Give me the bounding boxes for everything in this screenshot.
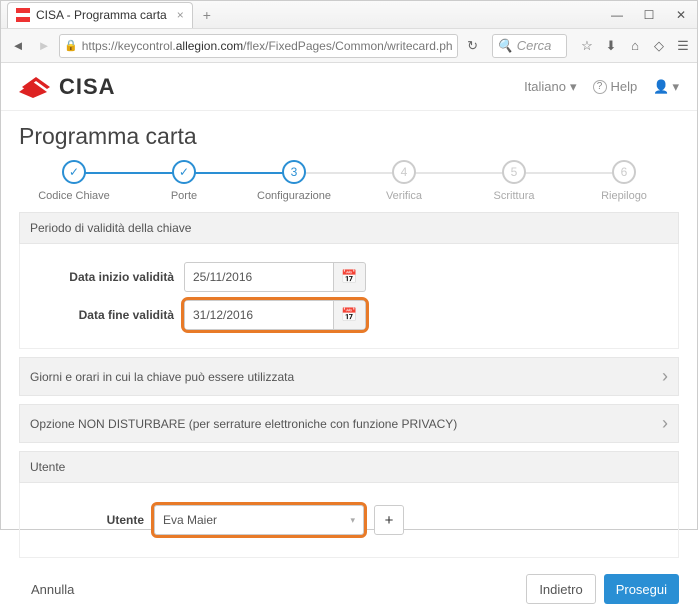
pocket-icon[interactable]: ◇: [651, 38, 667, 54]
user-panel-header: Utente: [19, 451, 679, 483]
maximize-button[interactable]: ☐: [633, 3, 665, 27]
new-tab-button[interactable]: +: [203, 7, 211, 23]
lock-icon: 🔒: [64, 39, 78, 52]
user-menu[interactable]: 👤 ▾: [653, 79, 679, 95]
step-label: Verifica: [386, 190, 422, 202]
chevron-down-icon: ▾: [672, 79, 679, 95]
user-icon: 👤: [653, 79, 669, 95]
back-button-wizard[interactable]: Indietro: [526, 574, 595, 604]
chevron-right-icon: ›: [662, 413, 668, 434]
downloads-icon[interactable]: ⬇: [603, 38, 619, 54]
back-button[interactable]: ◄: [7, 35, 29, 57]
url-bar[interactable]: 🔒 https://keycontrol.allegion.com/flex/F…: [59, 34, 458, 58]
step-circle: ✓: [62, 160, 86, 184]
next-button[interactable]: Prosegui: [604, 574, 679, 604]
bookmark-icon[interactable]: ☆: [579, 38, 595, 54]
end-date-input[interactable]: [184, 300, 334, 330]
close-icon[interactable]: ×: [177, 8, 184, 22]
help-link[interactable]: ? Help: [593, 79, 638, 94]
language-selector[interactable]: Italiano ▾: [524, 79, 576, 95]
chevron-right-icon: ›: [662, 366, 668, 387]
minimize-button[interactable]: —: [601, 3, 633, 27]
dnd-panel-label: Opzione NON DISTURBARE (per serrature el…: [30, 417, 457, 431]
search-icon: 🔍: [497, 38, 513, 54]
calendar-icon: 📅: [341, 269, 357, 285]
help-label: Help: [611, 79, 638, 94]
step-circle: ✓: [172, 160, 196, 184]
app-header: CISA Italiano ▾ ? Help 👤 ▾: [1, 63, 697, 111]
page-title: Programma carta: [19, 123, 679, 150]
step-riepilogo: 6 Riepilogo: [569, 160, 679, 202]
help-icon: ?: [593, 80, 607, 94]
step-codice-chiave[interactable]: ✓ Codice Chiave: [19, 160, 129, 202]
search-box[interactable]: 🔍 Cerca: [492, 34, 567, 58]
step-circle: 6: [612, 160, 636, 184]
user-select[interactable]: Eva Maier: [154, 505, 364, 535]
step-label: Riepilogo: [601, 190, 647, 202]
bottom-bar: Annulla Indietro Prosegui: [1, 566, 697, 614]
plus-icon: +: [385, 512, 394, 529]
cancel-button[interactable]: Annulla: [19, 574, 86, 604]
step-label: Porte: [171, 190, 197, 202]
schedule-panel-label: Giorni e orari in cui la chiave può esse…: [30, 370, 294, 384]
user-row: Utente Eva Maier +: [34, 505, 664, 535]
user-panel-body: Utente Eva Maier +: [19, 483, 679, 558]
user-select-value: Eva Maier: [163, 513, 217, 527]
start-date-picker-button[interactable]: 📅: [334, 262, 366, 292]
start-date-input[interactable]: [184, 262, 334, 292]
window-controls: — ☐ ✕: [601, 3, 697, 27]
step-circle: 4: [392, 160, 416, 184]
step-label: Configurazione: [257, 190, 331, 202]
search-placeholder: Cerca: [517, 38, 552, 53]
step-configurazione[interactable]: 3 Configurazione: [239, 160, 349, 202]
step-circle: 3: [282, 160, 306, 184]
add-user-button[interactable]: +: [374, 505, 404, 535]
site-favicon: [16, 8, 30, 22]
step-circle: 5: [502, 160, 526, 184]
close-window-button[interactable]: ✕: [665, 3, 697, 27]
user-field-label: Utente: [34, 513, 154, 527]
home-icon[interactable]: ⌂: [627, 38, 643, 54]
end-date-row: Data fine validità 📅: [34, 300, 664, 330]
logo-icon: [19, 76, 53, 98]
dnd-panel[interactable]: Opzione NON DISTURBARE (per serrature el…: [19, 404, 679, 443]
browser-toolbar: ◄ ► 🔒 https://keycontrol.allegion.com/fl…: [1, 29, 697, 63]
url-text: https://keycontrol.allegion.com/flex/Fix…: [82, 39, 453, 53]
brand-logo: CISA: [19, 74, 116, 100]
menu-icon[interactable]: ☰: [675, 38, 691, 54]
wizard-stepper: ✓ Codice Chiave ✓ Porte 3 Configurazione…: [19, 160, 679, 202]
end-date-group: 📅: [184, 300, 366, 330]
forward-button[interactable]: ►: [33, 35, 55, 57]
content-area: Programma carta ✓ Codice Chiave ✓ Porte …: [1, 111, 697, 566]
tab-title: CISA - Programma carta: [36, 8, 167, 22]
start-date-label: Data inizio validità: [34, 270, 184, 284]
reload-button[interactable]: ↻: [462, 35, 484, 57]
validity-panel-header: Periodo di validità della chiave: [19, 212, 679, 244]
brand-text: CISA: [59, 74, 116, 100]
step-porte[interactable]: ✓ Porte: [129, 160, 239, 202]
language-label: Italiano: [524, 79, 566, 94]
step-scrittura: 5 Scrittura: [459, 160, 569, 202]
step-verifica: 4 Verifica: [349, 160, 459, 202]
validity-panel-body: Data inizio validità 📅 Data fine validit…: [19, 244, 679, 349]
start-date-row: Data inizio validità 📅: [34, 262, 664, 292]
end-date-picker-button[interactable]: 📅: [334, 300, 366, 330]
chevron-down-icon: ▾: [570, 79, 577, 95]
step-label: Scrittura: [494, 190, 535, 202]
browser-titlebar: CISA - Programma carta × + — ☐ ✕: [1, 1, 697, 29]
browser-tab[interactable]: CISA - Programma carta ×: [7, 2, 193, 28]
toolbar-icons: ☆ ⬇ ⌂ ◇ ☰: [579, 38, 691, 54]
schedule-panel[interactable]: Giorni e orari in cui la chiave può esse…: [19, 357, 679, 396]
start-date-group: 📅: [184, 262, 366, 292]
end-date-label: Data fine validità: [34, 308, 184, 322]
calendar-icon: 📅: [341, 307, 357, 323]
step-label: Codice Chiave: [38, 190, 110, 202]
